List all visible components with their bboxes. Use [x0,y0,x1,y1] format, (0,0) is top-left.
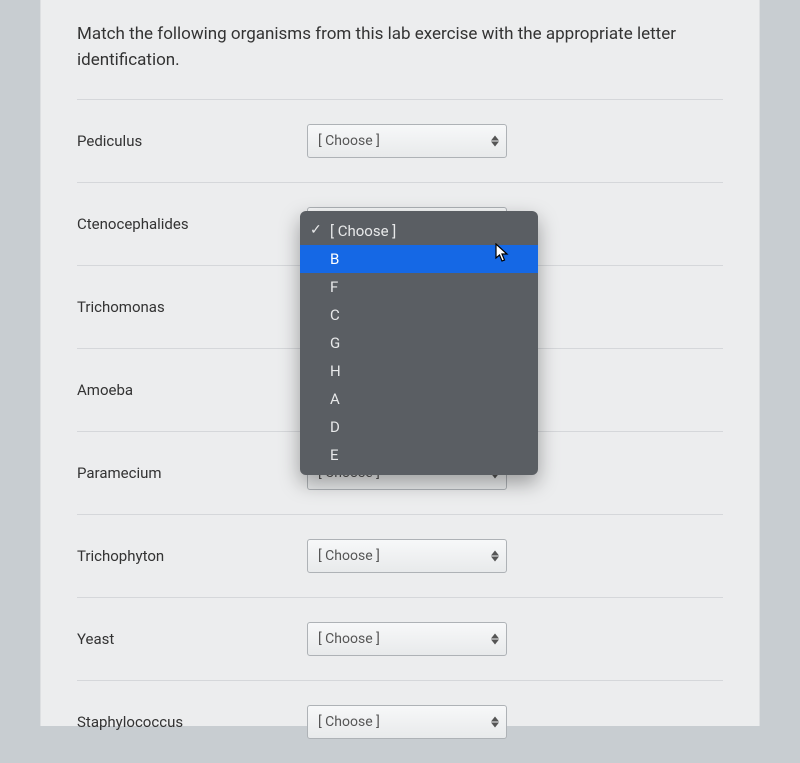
updown-caret-icon [491,634,499,645]
select-placeholder: [ Choose ] [318,548,380,564]
dropdown-option-f[interactable]: F [300,273,538,301]
organism-label: Amoeba [77,381,307,399]
select-placeholder: [ Choose ] [318,714,380,730]
match-row-trichophyton: Trichophyton [ Choose ] [77,514,723,597]
updown-caret-icon [491,136,499,147]
dropdown-option-e[interactable]: E [300,441,538,469]
select-placeholder: [ Choose ] [318,631,380,647]
dropdown-option-h[interactable]: H [300,357,538,385]
dropdown-option-a[interactable]: A [300,385,538,413]
organism-label: Ctenocephalides [77,215,307,233]
dropdown-option-d[interactable]: D [300,413,538,441]
dropdown-option-c[interactable]: C [300,301,538,329]
organism-label: Pediculus [77,132,307,150]
select-staphylococcus[interactable]: [ Choose ] [307,705,507,739]
match-row-pediculus: Pediculus [ Choose ] [77,99,723,182]
dropdown-option-b[interactable]: B [300,245,538,273]
question-text: Match the following organisms from this … [77,22,723,73]
match-row-staphylococcus: Staphylococcus [ Choose ] [77,680,723,763]
matching-rows: Pediculus [ Choose ] Ctenocephalides [ C… [77,99,723,763]
select-yeast[interactable]: [ Choose ] [307,622,507,656]
updown-caret-icon [491,551,499,562]
organism-label: Trichophyton [77,547,307,565]
dropdown-option-g[interactable]: G [300,329,538,357]
select-trichophyton[interactable]: [ Choose ] [307,539,507,573]
organism-label: Yeast [77,630,307,648]
select-placeholder: [ Choose ] [318,133,380,149]
select-pediculus[interactable]: [ Choose ] [307,124,507,158]
dropdown-menu: [ Choose ] B F C G H A D E [300,211,538,475]
organism-label: Staphylococcus [77,713,307,731]
match-row-yeast: Yeast [ Choose ] [77,597,723,680]
organism-label: Paramecium [77,464,307,482]
question-card: Match the following organisms from this … [40,0,760,726]
dropdown-option-choose[interactable]: [ Choose ] [300,217,538,245]
organism-label: Trichomonas [77,298,307,316]
